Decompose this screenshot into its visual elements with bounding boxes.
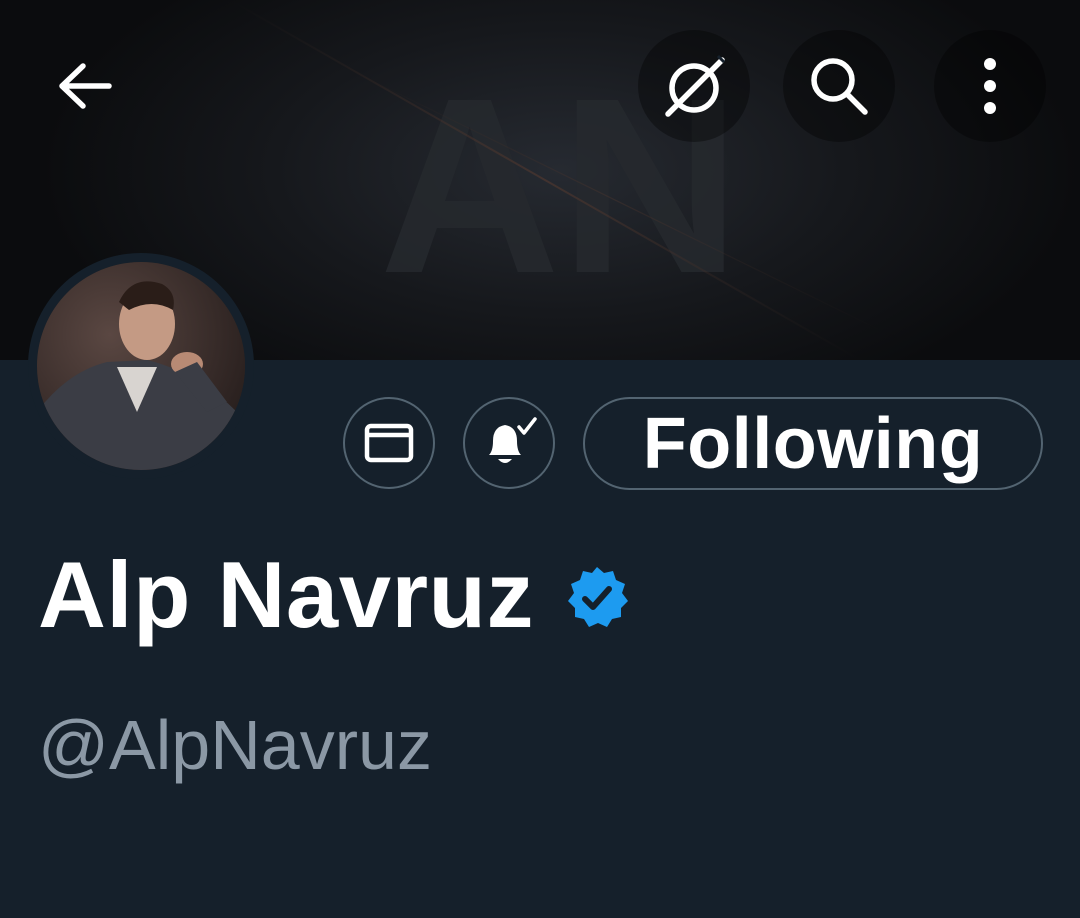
search-button[interactable] [783,30,895,142]
back-arrow-icon [59,63,112,109]
following-button[interactable]: Following [583,397,1043,490]
bell-subscribed-icon [489,417,537,463]
avatar-photo [37,262,245,470]
avatar-ring[interactable] [28,253,254,479]
search-icon [811,58,868,115]
profile-handle: @AlpNavruz [38,706,432,784]
profile-page: AN Following Alp Navruz @AlpNavruz [0,0,1080,918]
grok-icon [665,54,726,117]
display-name: Alp Navruz [38,542,534,647]
verified-badge-icon[interactable] [564,565,630,631]
profile-name-row: Alp Navruz [38,540,630,650]
more-vertical-icon [984,58,996,114]
grok-button[interactable] [638,30,750,142]
envelope-icon [364,423,414,463]
message-button[interactable] [343,397,435,489]
following-label: Following [642,403,984,484]
avatar[interactable] [37,262,245,470]
back-button[interactable] [29,30,141,142]
more-button[interactable] [934,30,1046,142]
notifications-button[interactable] [463,397,555,489]
